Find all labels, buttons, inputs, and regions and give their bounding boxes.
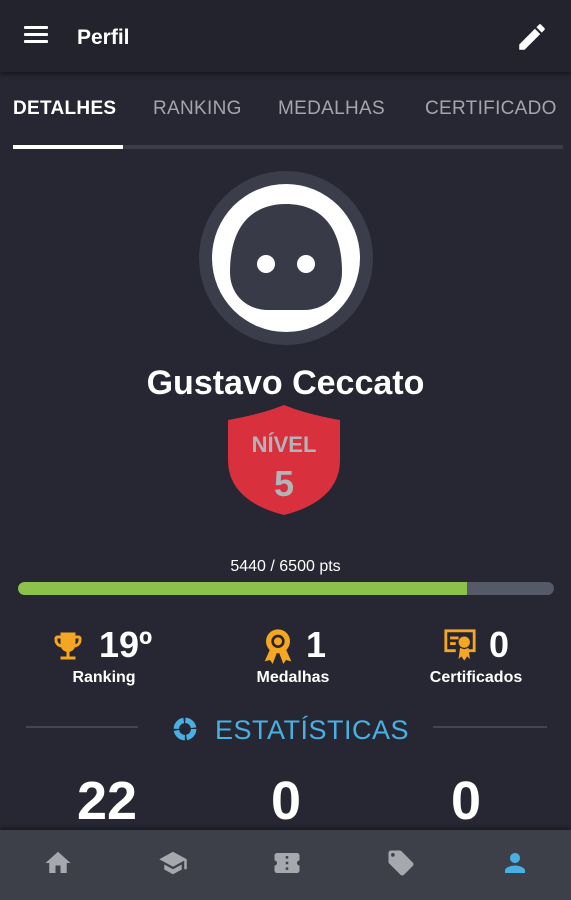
stat-big-value-3: 0: [450, 771, 482, 831]
bottom-nav: [0, 830, 571, 900]
home-icon: [45, 851, 71, 873]
points-text: 5440 / 6500 pts: [230, 558, 341, 575]
divider-right: [433, 726, 547, 728]
certificados-value: 0: [489, 624, 510, 665]
page-title: Perfil: [77, 26, 130, 49]
app-bar: Perfil: [0, 0, 571, 72]
nav-tickets[interactable]: [228, 830, 342, 900]
progress-fill: [18, 582, 467, 595]
nav-profile[interactable]: [457, 830, 571, 900]
person-icon: [505, 853, 525, 873]
avatar[interactable]: [212, 184, 360, 332]
pencil-icon[interactable]: [515, 20, 549, 54]
nav-courses[interactable]: [114, 830, 228, 900]
tag-icon: [388, 850, 414, 876]
divider-left: [26, 726, 138, 728]
menu-icon[interactable]: [24, 26, 50, 46]
nav-tags[interactable]: [342, 830, 456, 900]
user-name: Gustavo Ceccato: [146, 364, 425, 402]
tab-certificado[interactable]: CERTIFICADO: [425, 98, 557, 120]
level-value: 5: [273, 463, 295, 504]
stat-big-value-1: 22: [76, 771, 138, 831]
tab-ranking[interactable]: RANKING: [153, 98, 242, 120]
donut-chart-icon: [173, 717, 197, 741]
ranking-label: Ranking: [72, 669, 136, 686]
tab-medalhas[interactable]: MEDALHAS: [278, 98, 385, 120]
medal-icon: [264, 629, 292, 664]
graduation-cap-icon: [159, 851, 187, 875]
tab-bar: DETALHES RANKING MEDALHAS CERTIFICADO: [0, 72, 571, 150]
stat-big-value-2: 0: [270, 771, 302, 831]
ranking-value: 19º: [99, 624, 153, 665]
medalhas-label: Medalhas: [256, 669, 330, 686]
medalhas-value: 1: [306, 624, 327, 665]
tab-active-indicator: [13, 145, 123, 149]
tab-detalhes[interactable]: DETALHES: [13, 98, 116, 120]
progress-bar: [18, 582, 554, 595]
nav-home[interactable]: [0, 830, 114, 900]
trophy-icon: [54, 632, 82, 660]
certificados-label: Certificados: [429, 669, 523, 686]
section-title: ESTATÍSTICAS: [215, 715, 410, 745]
certificate-icon: [444, 629, 476, 661]
level-label: NÍVEL: [251, 432, 317, 457]
ticket-icon: [274, 853, 300, 873]
